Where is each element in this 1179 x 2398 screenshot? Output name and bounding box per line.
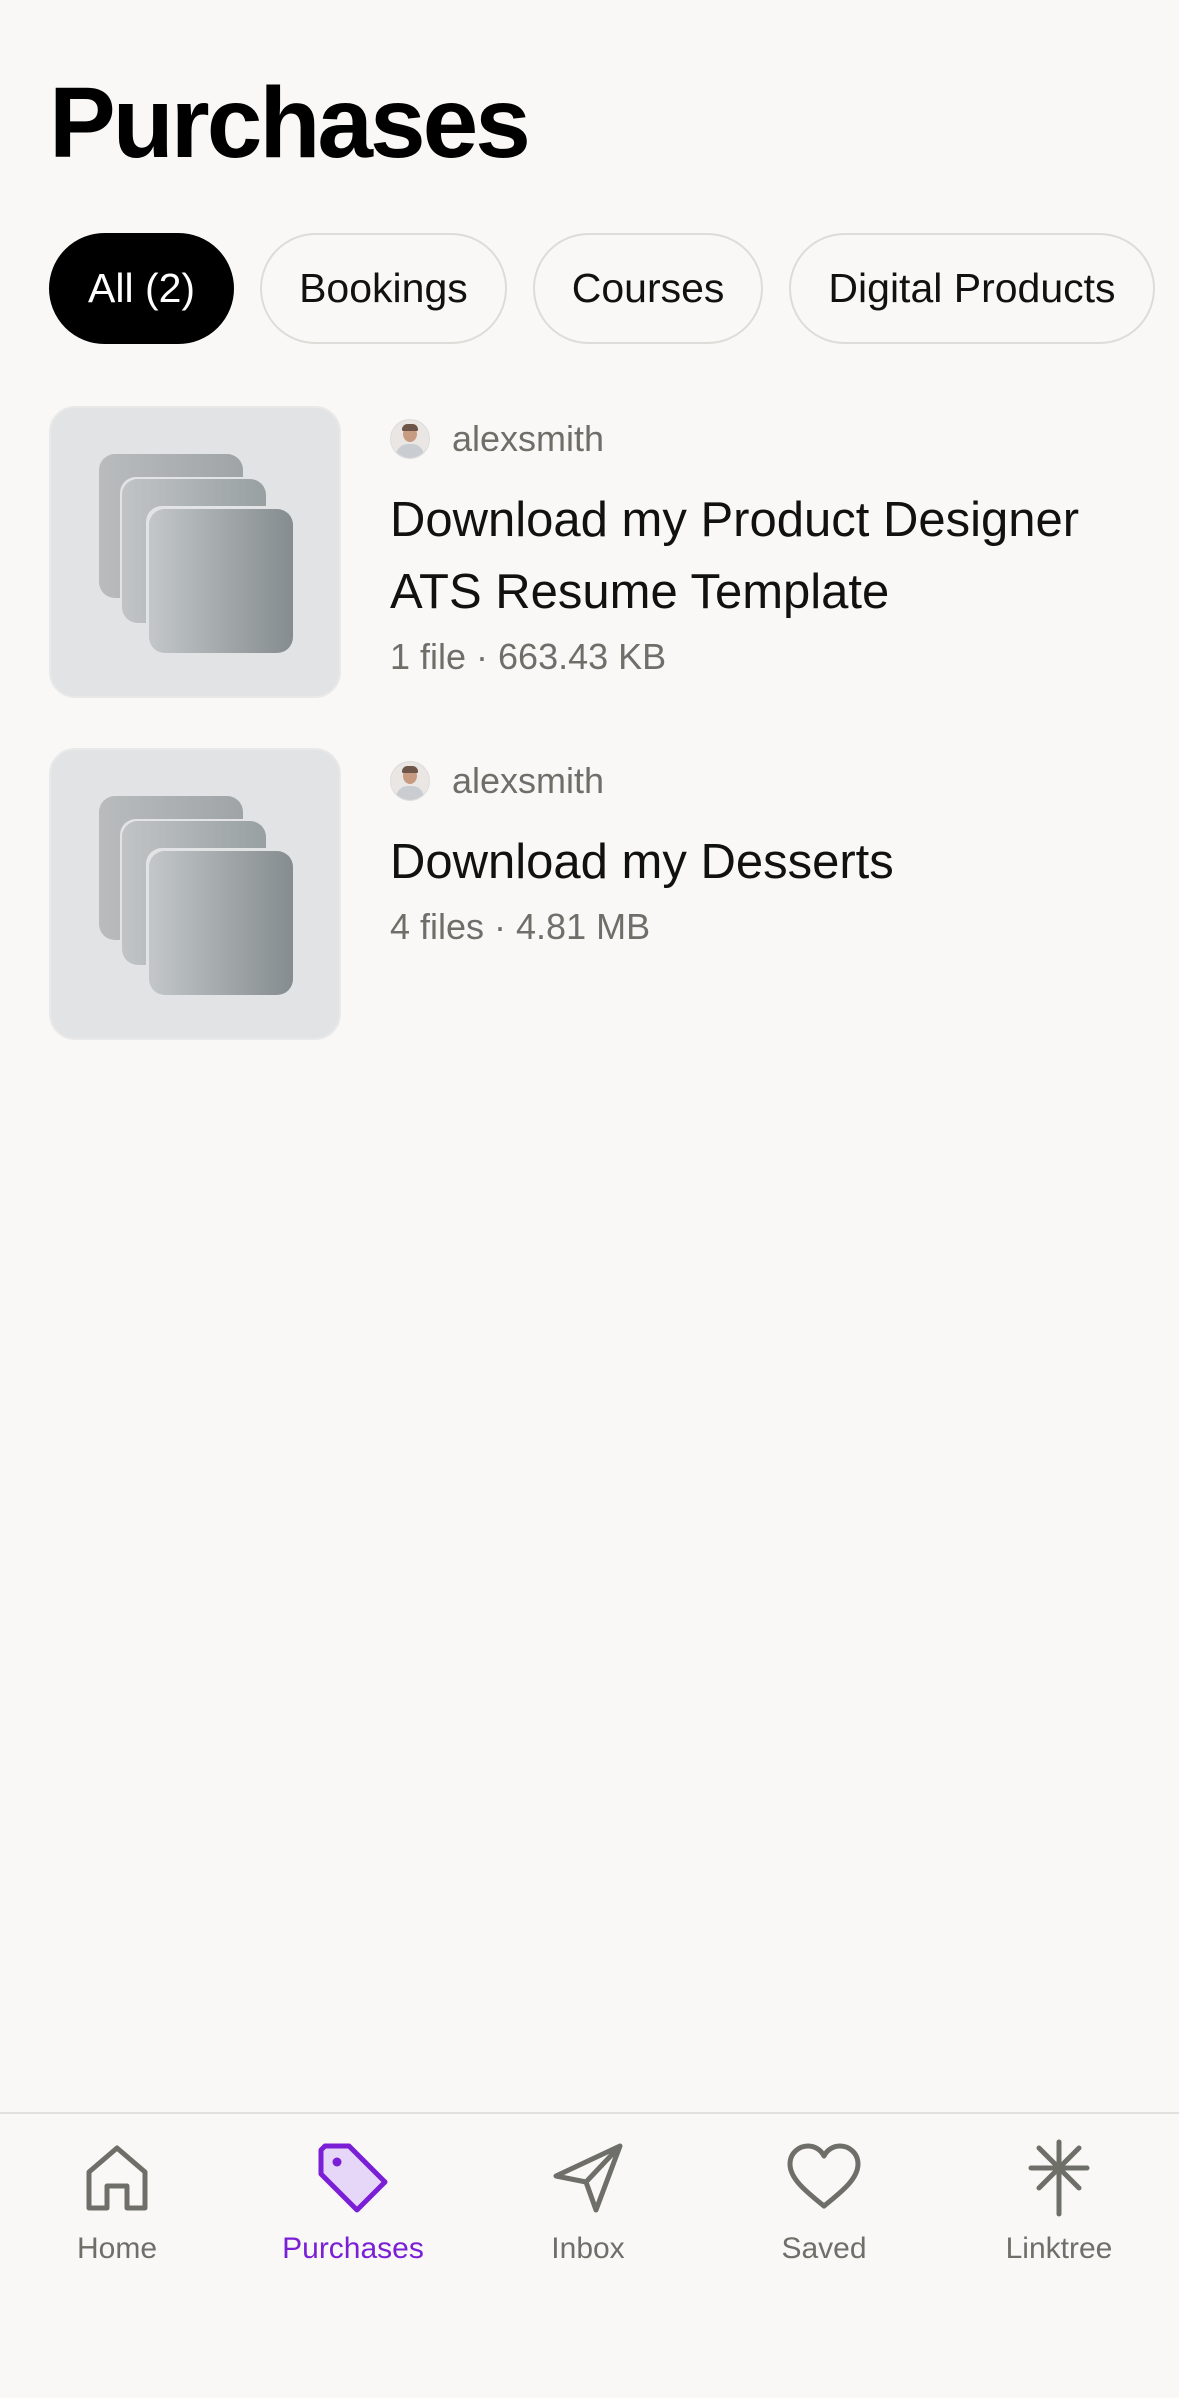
tab-purchases-label: Purchases <box>282 2232 424 2265</box>
tab-saved[interactable]: Saved <box>724 2138 924 2266</box>
page-title: Purchases <box>49 67 531 179</box>
purchase-list: alexsmith Download my Product Designer A… <box>49 406 1179 1090</box>
filter-chip-bookings[interactable]: Bookings <box>260 233 507 344</box>
send-icon <box>553 2143 623 2213</box>
purchase-item[interactable]: alexsmith Download my Desserts 4 files ·… <box>49 748 1179 1040</box>
bottom-tab-bar: Home Purchases Inbox Saved Linktree <box>0 2112 1179 2398</box>
tab-inbox-label: Inbox <box>551 2232 625 2265</box>
seller-name: alexsmith <box>452 760 605 801</box>
linktree-asterisk-icon <box>1028 2139 1090 2217</box>
seller-row: alexsmith <box>390 414 1139 464</box>
tab-linktree-label: Linktree <box>1005 2232 1113 2265</box>
tab-home-label: Home <box>76 2232 158 2265</box>
files-stack-icon <box>49 406 341 698</box>
filter-chip-all[interactable]: All (2) <box>49 233 235 344</box>
filter-chip-digital-products[interactable]: Digital Products <box>789 233 1155 344</box>
seller-name: alexsmith <box>452 418 605 459</box>
home-icon <box>86 2145 148 2211</box>
purchase-title: Download my Product Designer ATS Resume … <box>390 493 1080 619</box>
tab-home[interactable]: Home <box>17 2138 217 2266</box>
tab-linktree[interactable]: Linktree <box>959 2138 1159 2266</box>
filter-chip-courses[interactable]: Courses <box>532 233 764 344</box>
file-meta: 1 file · 663.43 KB <box>390 636 667 677</box>
tab-inbox[interactable]: Inbox <box>488 2138 688 2266</box>
avatar <box>390 419 430 459</box>
filter-chips: All (2) Bookings Courses Digital Product… <box>49 233 1179 348</box>
files-stack-icon <box>49 748 341 1040</box>
purchase-item[interactable]: alexsmith Download my Product Designer A… <box>49 406 1179 698</box>
heart-icon <box>787 2143 861 2209</box>
purchase-title: Download my Desserts <box>390 835 894 889</box>
avatar <box>390 761 430 801</box>
seller-row: alexsmith <box>390 756 1139 806</box>
file-meta: 4 files · 4.81 MB <box>390 906 651 947</box>
tab-purchases[interactable]: Purchases <box>253 2138 453 2266</box>
tab-saved-label: Saved <box>781 2232 867 2265</box>
tag-icon <box>318 2143 388 2213</box>
